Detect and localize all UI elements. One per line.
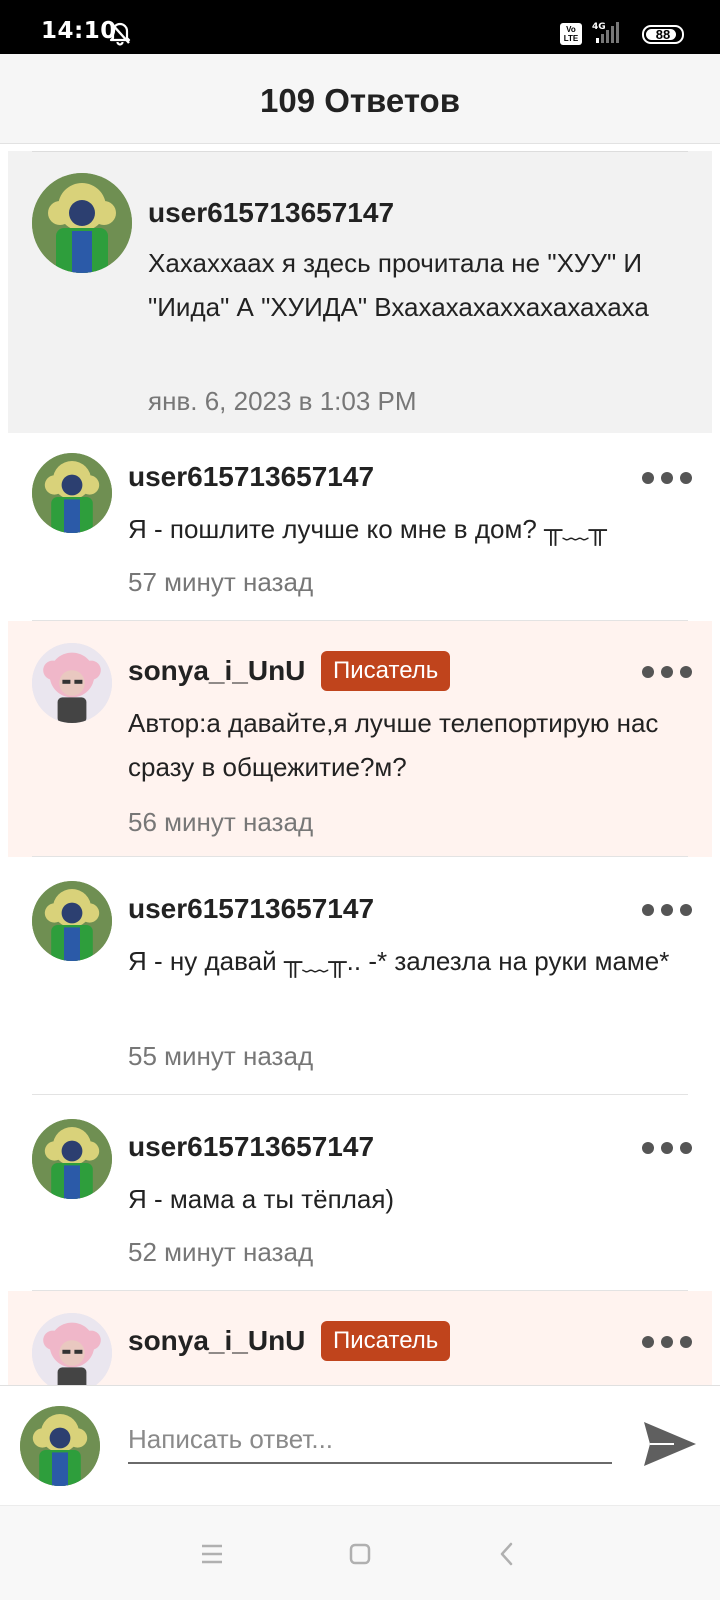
reply-timestamp: 57 минут назад	[128, 567, 314, 597]
writer-badge: Писатель	[321, 1321, 451, 1361]
send-icon[interactable]	[640, 1414, 700, 1474]
bell-off-icon	[108, 20, 132, 51]
volte-icon: Vo LTE	[560, 23, 582, 45]
avatar[interactable]	[32, 453, 112, 533]
reply-username[interactable]: user615713657147	[128, 893, 374, 925]
more-options-icon[interactable]	[642, 895, 692, 925]
menu-icon[interactable]	[194, 1536, 230, 1572]
more-options-icon[interactable]	[642, 657, 692, 687]
home-square-icon[interactable]	[342, 1536, 378, 1572]
reply-item: user615713657147 Я - пошлите лучше ко мн…	[0, 435, 720, 621]
more-options-icon[interactable]	[642, 463, 692, 493]
page-title: 109 Ответов	[260, 82, 460, 119]
reply-text: Я - ну давай ╥﹏╥.. -* залезла на руки ма…	[128, 946, 670, 976]
battery-level: 88	[655, 27, 671, 42]
reply-compose-bar	[0, 1385, 720, 1505]
avatar[interactable]	[32, 1313, 112, 1385]
writer-badge: Писатель	[321, 651, 451, 691]
reply-username[interactable]: sonya_i_UnU	[128, 1325, 305, 1357]
avatar[interactable]	[32, 643, 112, 723]
reply-item: user615713657147 Я - ну давай ╥﹏╥.. -* з…	[0, 857, 720, 1095]
divider	[32, 151, 688, 152]
comment-timestamp: янв. 6, 2023 в 1:03 PM	[148, 386, 417, 416]
comment-username[interactable]: user615713657147	[148, 197, 394, 229]
reply-username[interactable]: user615713657147	[128, 1131, 374, 1163]
more-options-icon[interactable]	[642, 1133, 692, 1163]
svg-text:4G: 4G	[592, 22, 606, 32]
battery-icon: 88	[642, 25, 684, 44]
reply-text: Я - пошлите лучше ко мне в дом? ╥﹏╥	[128, 514, 607, 544]
avatar[interactable]	[32, 881, 112, 961]
reply-item: user615713657147 Я - мама а ты тёплая) 5…	[0, 1095, 720, 1291]
reply-text: Автор:а давайте,я лучше телепортирую нас…	[128, 708, 659, 782]
signal-icon: 4G	[592, 20, 622, 51]
status-time: 14:10	[41, 18, 117, 44]
reply-item-author: sonya_i_UnU Писатель Автор:а давайте,я л…	[8, 621, 712, 857]
reply-timestamp: 56 минут назад	[128, 807, 314, 837]
parent-comment: user615713657147 Хахаххаах я здесь прочи…	[8, 151, 712, 433]
reply-item-author: sonya_i_UnU Писатель	[8, 1291, 712, 1385]
more-options-icon[interactable]	[642, 1327, 692, 1357]
reply-timestamp: 55 минут назад	[128, 1041, 314, 1071]
reply-input[interactable]	[128, 1416, 612, 1464]
reply-text: Я - мама а ты тёплая)	[128, 1184, 395, 1214]
avatar[interactable]	[32, 1119, 112, 1199]
comment-text: Хахаххаах я здесь прочитала не "ХУУ" И "…	[148, 248, 649, 322]
replies-list[interactable]: user615713657147 Хахаххаах я здесь прочи…	[0, 145, 720, 1385]
back-chevron-icon[interactable]	[490, 1536, 526, 1572]
avatar[interactable]	[32, 173, 132, 273]
system-nav-bar	[0, 1505, 720, 1600]
reply-username[interactable]: sonya_i_UnU	[128, 655, 305, 687]
reply-timestamp: 52 минут назад	[128, 1237, 314, 1267]
reply-username[interactable]: user615713657147	[128, 461, 374, 493]
status-bar: 14:10 Vo LTE 4G 88	[0, 0, 720, 54]
my-avatar	[20, 1406, 100, 1486]
replies-header: 109 Ответов	[0, 54, 720, 144]
